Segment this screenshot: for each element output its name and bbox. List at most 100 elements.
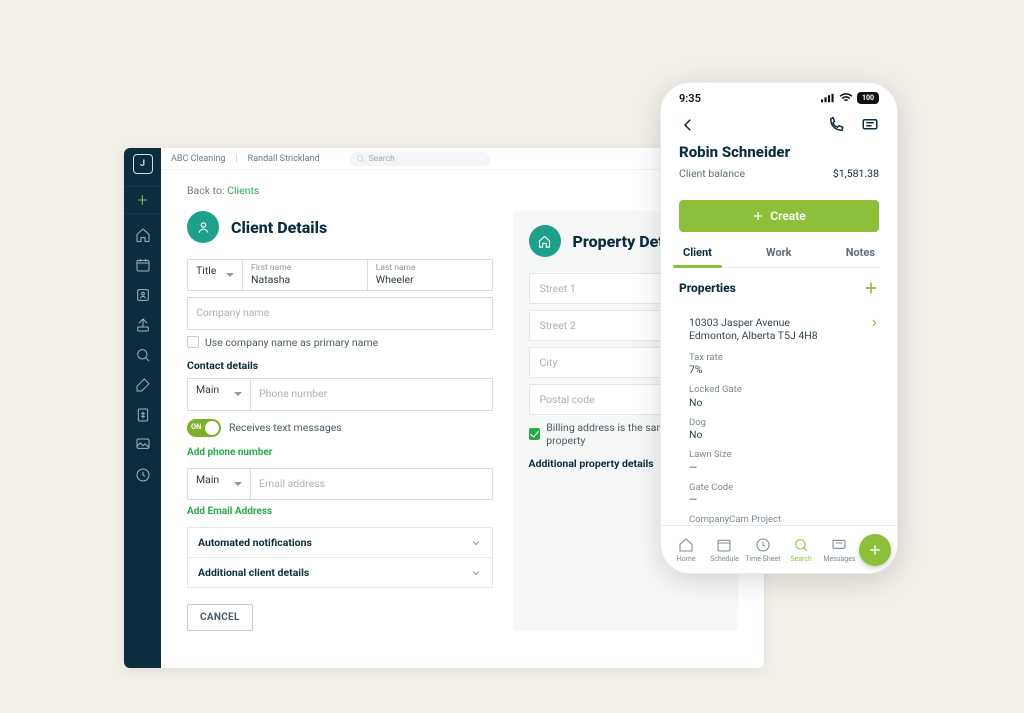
tab-client[interactable]: Client: [679, 246, 716, 267]
home-icon[interactable]: [134, 226, 152, 244]
first-name-field[interactable]: First name Natasha: [243, 259, 368, 291]
home-icon: [678, 537, 694, 553]
tabbar-timesheet-label: Time Sheet: [745, 555, 780, 563]
chevron-down-icon: [470, 537, 482, 549]
fab-add-button[interactable]: [859, 534, 891, 566]
last-name-field[interactable]: Last name Wheeler: [368, 259, 493, 291]
receives-texts-label: Receives text messages: [229, 421, 342, 434]
company-name-field[interactable]: Company name: [187, 297, 493, 330]
tabbar-schedule-label: Schedule: [710, 555, 739, 563]
company-placeholder: Company name: [196, 306, 269, 319]
search-placeholder: Search: [369, 154, 395, 164]
client-tabs: Client Work Notes: [679, 246, 879, 268]
calendar-icon: [716, 537, 732, 553]
locked-gate-value: No: [689, 396, 879, 409]
breadcrumb-org: ABC Cleaning: [171, 154, 225, 164]
email-type-select[interactable]: Main: [187, 468, 251, 501]
property-card[interactable]: 10303 Jasper Avenue Edmonton, Alberta T5…: [661, 308, 897, 525]
clock-icon[interactable]: [134, 466, 152, 484]
dog-label: Dog: [689, 417, 879, 428]
first-name-label: First name: [251, 264, 359, 273]
client-accordion: Automated notifications Additional clien…: [187, 527, 493, 588]
clock-icon: [755, 537, 771, 553]
client-details-panel: Client Details Title First name Natasha …: [187, 211, 493, 631]
sidebar: J +: [124, 148, 161, 668]
tax-rate-label: Tax rate: [689, 352, 879, 363]
additional-client-details-label: Additional client details: [198, 566, 309, 579]
calendar-icon[interactable]: [134, 256, 152, 274]
sidebar-add-button[interactable]: +: [124, 186, 161, 214]
house-icon: [529, 225, 561, 257]
phone-tabbar: Home Schedule Time Sheet Search Messages: [661, 525, 897, 573]
call-icon[interactable]: [827, 116, 845, 134]
phone-type-select[interactable]: Main: [187, 378, 251, 411]
back-icon[interactable]: [679, 116, 697, 134]
title-select[interactable]: Title: [187, 259, 243, 291]
phone-type-value: Main: [196, 383, 219, 396]
plus-icon: [752, 210, 764, 222]
checkbox-icon[interactable]: [529, 428, 541, 440]
phone-placeholder: Phone number: [259, 387, 327, 400]
tab-work[interactable]: Work: [762, 246, 796, 267]
receives-texts-toggle[interactable]: ON: [187, 419, 221, 437]
last-name-label: Last name: [376, 264, 484, 273]
title-field-label: Title: [196, 264, 216, 277]
contact-details-heading: Contact details: [187, 359, 493, 372]
tabbar-search[interactable]: Search: [782, 537, 820, 563]
invoices-icon[interactable]: [134, 406, 152, 424]
tabbar-messages[interactable]: Messages: [820, 537, 858, 563]
email-placeholder: Email address: [259, 477, 325, 490]
add-phone-link[interactable]: Add phone number: [187, 447, 493, 458]
requests-icon[interactable]: [134, 316, 152, 334]
plus-icon: [868, 543, 882, 557]
chevron-down-icon: [470, 567, 482, 579]
use-company-checkbox-row[interactable]: Use company name as primary name: [187, 336, 493, 349]
address-line2: Edmonton, Alberta T5J 4H8: [689, 329, 818, 342]
back-link[interactable]: Clients: [227, 184, 259, 197]
battery-badge: 100: [857, 92, 879, 104]
tab-notes[interactable]: Notes: [842, 246, 879, 267]
tabbar-home[interactable]: Home: [667, 537, 705, 563]
tax-rate-value: 7%: [689, 363, 879, 376]
search-icon: [793, 537, 809, 553]
balance-label: Client balance: [679, 167, 745, 180]
clients-icon[interactable]: [134, 286, 152, 304]
use-company-label: Use company name as primary name: [205, 336, 378, 349]
app-logo[interactable]: J: [133, 154, 153, 174]
breadcrumb-user: Randall Strickland: [248, 154, 320, 164]
email-field[interactable]: Email address: [251, 468, 493, 501]
search-input[interactable]: Search: [350, 152, 490, 166]
companycam-label: CompanyCam Project: [689, 514, 879, 525]
create-button[interactable]: Create: [679, 200, 879, 232]
tabbar-timesheet[interactable]: Time Sheet: [744, 537, 782, 563]
breadcrumb-separator: |: [235, 154, 237, 164]
message-icon[interactable]: [861, 116, 879, 134]
message-icon: [831, 537, 847, 553]
tabbar-search-label: Search: [790, 555, 812, 563]
search-icon: [356, 154, 365, 163]
phone-number-field[interactable]: Phone number: [251, 378, 493, 411]
first-name-value: Natasha: [251, 273, 290, 286]
create-label: Create: [770, 209, 805, 223]
additional-client-details-row[interactable]: Additional client details: [188, 558, 492, 588]
tabbar-home-label: Home: [677, 555, 696, 563]
jobs-icon[interactable]: [134, 376, 152, 394]
quotes-icon[interactable]: [134, 346, 152, 364]
marketing-icon[interactable]: [134, 436, 152, 454]
client-panel-title: Client Details: [231, 218, 327, 237]
balance-value: $1,581.38: [833, 167, 879, 180]
checkbox-icon[interactable]: [187, 336, 199, 348]
email-type-value: Main: [196, 473, 219, 486]
add-property-icon[interactable]: [863, 280, 879, 296]
client-name: Robin Schneider: [679, 143, 879, 161]
last-name-value: Wheeler: [376, 273, 414, 286]
add-email-link[interactable]: Add Email Address: [187, 506, 493, 517]
person-icon: [187, 211, 219, 243]
automated-notifications-row[interactable]: Automated notifications: [188, 528, 492, 558]
cancel-button[interactable]: CANCEL: [187, 604, 253, 631]
status-time: 9:35: [679, 92, 701, 105]
back-prefix: Back to:: [187, 184, 225, 197]
tabbar-messages-label: Messages: [823, 555, 855, 563]
phone-status-bar: 9:35 100: [661, 83, 897, 113]
tabbar-schedule[interactable]: Schedule: [705, 537, 743, 563]
